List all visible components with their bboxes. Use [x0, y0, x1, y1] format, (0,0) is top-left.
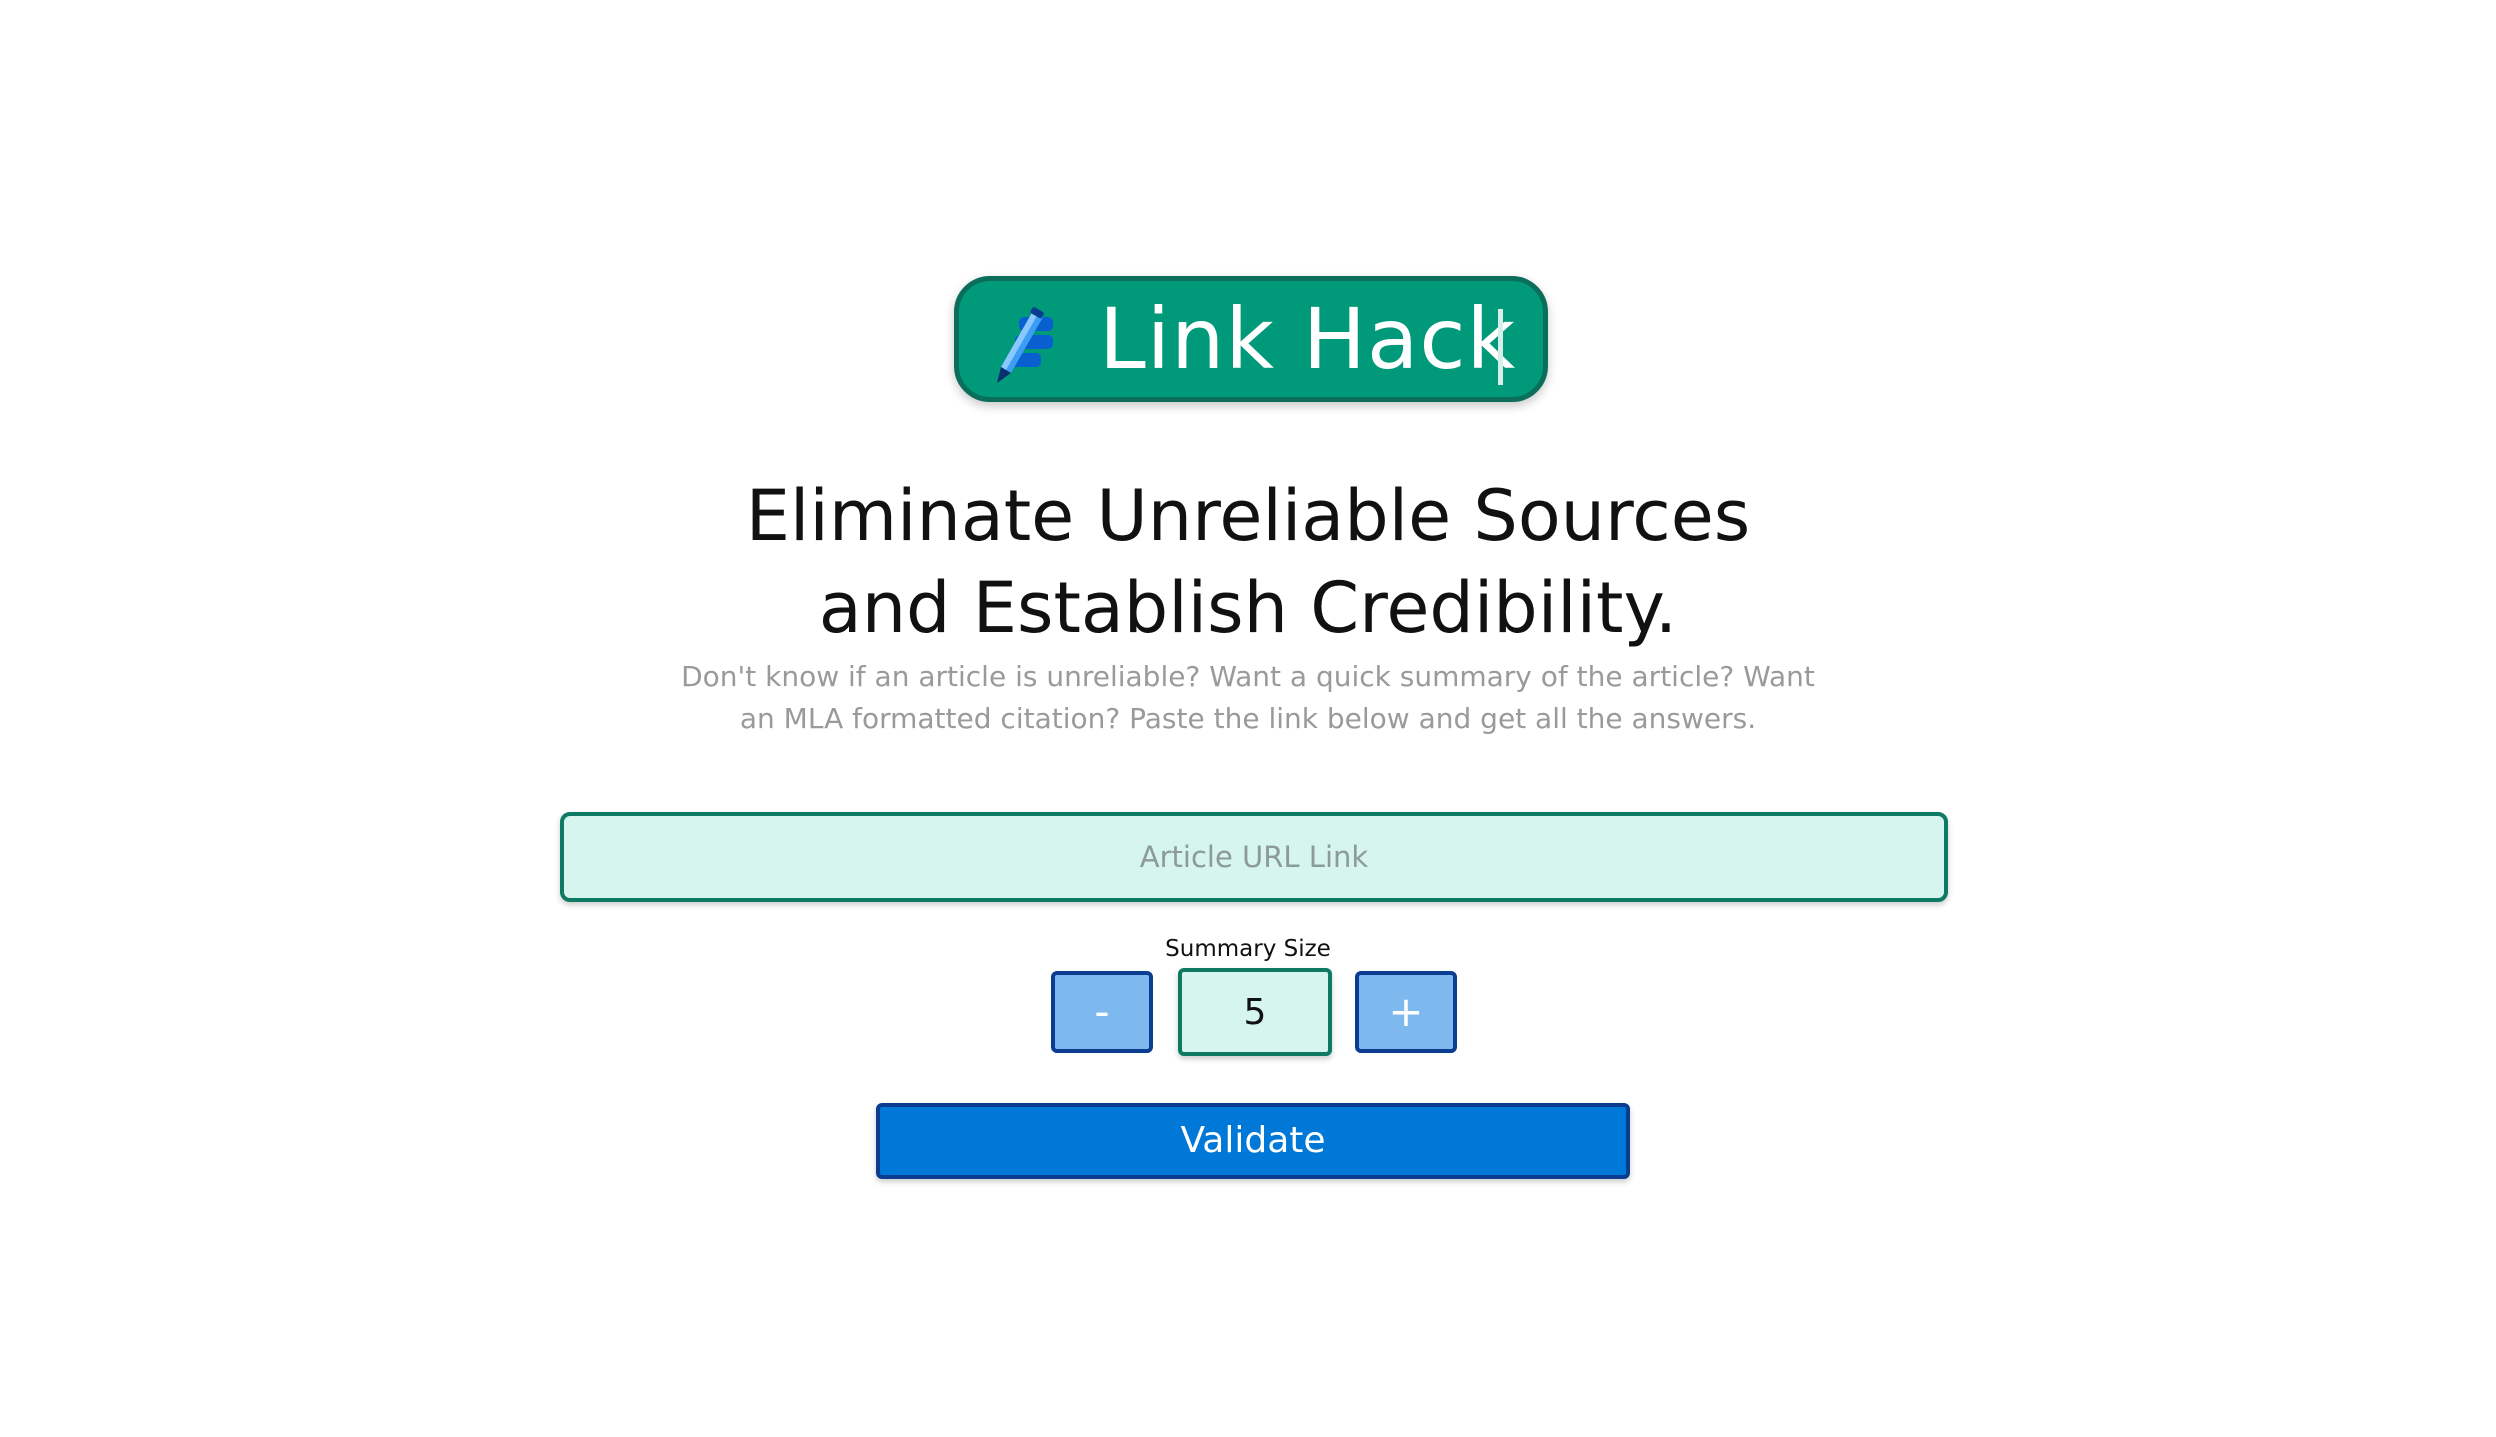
summary-size-input[interactable] — [1178, 968, 1332, 1056]
pencil-icon — [989, 307, 1069, 387]
headline-line-1: Eliminate Unreliable Sources — [745, 475, 1751, 557]
page-description: Don't know if an article is unreliable? … — [681, 660, 1815, 735]
headline-line-2: and Establish Credibility. — [818, 567, 1678, 649]
summary-size-label: Summary Size — [1165, 936, 1331, 962]
page-headline: Eliminate Unreliable Sources and Establi… — [0, 470, 2496, 654]
logo-text-cursor — [1498, 309, 1503, 385]
summary-increment-button[interactable]: + — [1355, 971, 1457, 1053]
logo-badge: Link Hack — [954, 276, 1548, 402]
validate-button[interactable]: Validate — [876, 1103, 1630, 1179]
logo-title: Link Hack — [1099, 290, 1517, 388]
summary-decrement-button[interactable]: - — [1051, 971, 1153, 1053]
article-url-input[interactable] — [560, 812, 1948, 902]
page: Link Hack Eliminate Unreliable Sources a… — [0, 0, 2496, 1437]
